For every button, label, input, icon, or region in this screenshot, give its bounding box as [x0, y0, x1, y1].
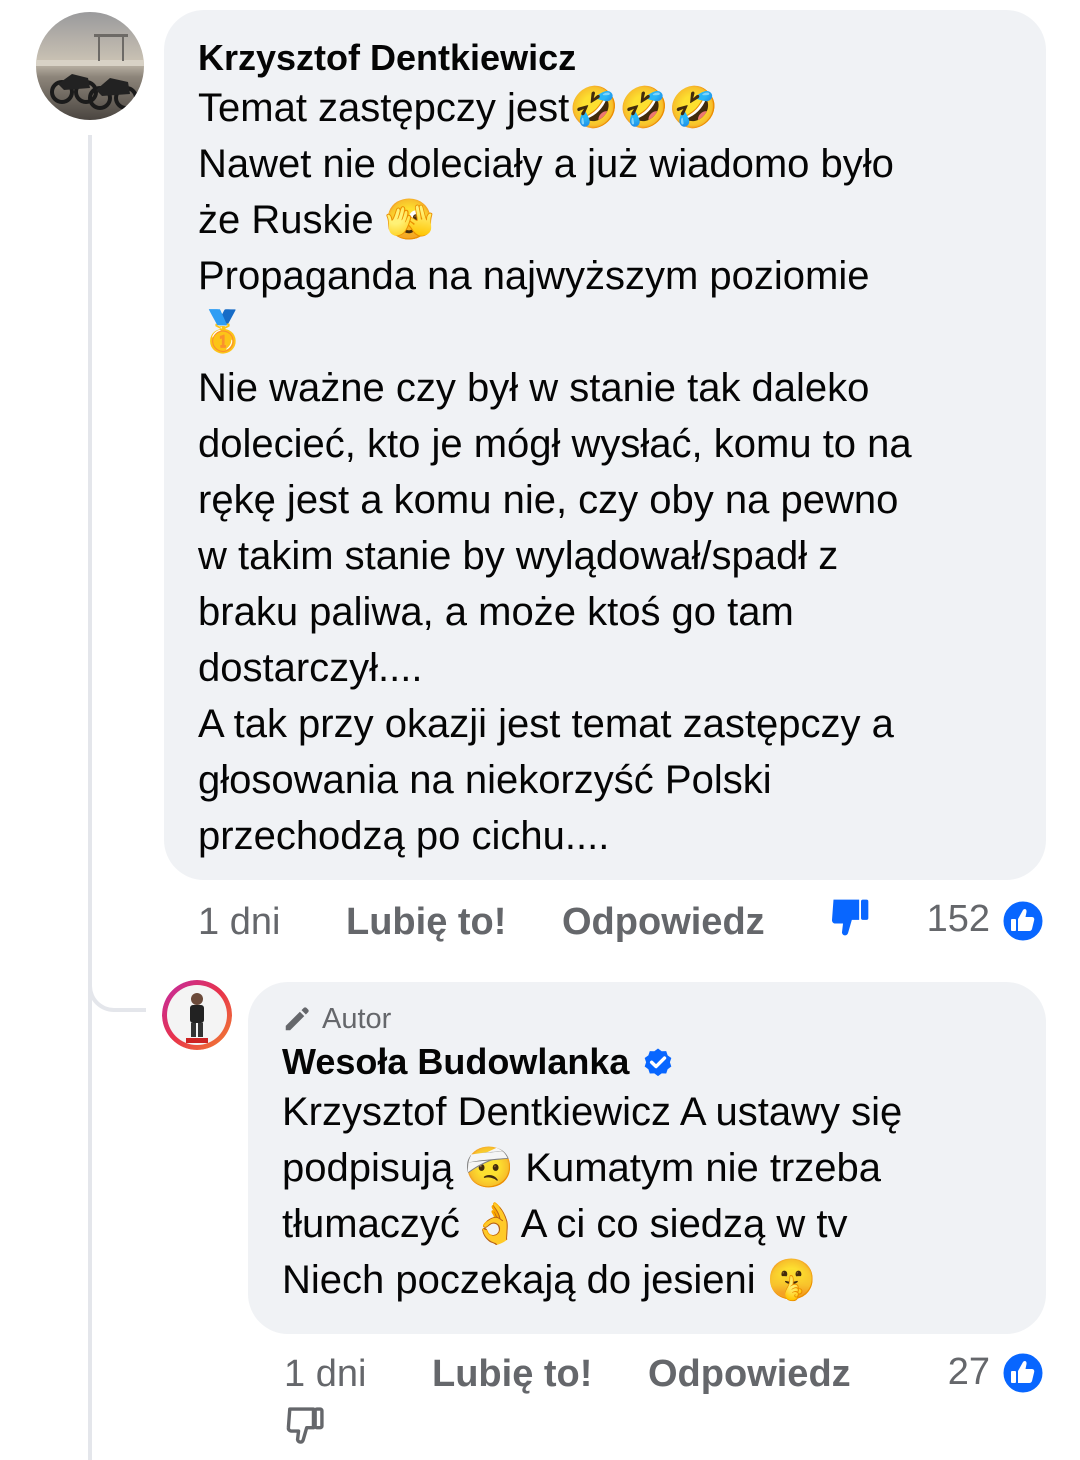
- like-reaction-icon[interactable]: [1000, 898, 1046, 944]
- comment-line: rękę jest a komu nie, czy oby na pewno: [198, 478, 899, 522]
- comment-line: Nie ważne czy był w stanie tak daleko: [198, 366, 870, 410]
- comment-line: Propaganda na najwyższym poziomie: [198, 254, 870, 298]
- comment-author[interactable]: Wesoła Budowlanka: [282, 1040, 629, 1084]
- comment-line: dostarczył....: [198, 646, 423, 690]
- comment-text: Temat zastępczy jest🤣🤣🤣 Nawet nie doleci…: [198, 80, 1012, 864]
- reply-button[interactable]: Odpowiedz: [648, 1352, 851, 1396]
- avatar[interactable]: [36, 12, 144, 120]
- reply-text: Krzysztof Dentkiewicz A ustawy się podpi…: [282, 1084, 1012, 1308]
- comment-line: w takim stanie by wylądował/spadł z: [198, 534, 839, 578]
- comment-line: 🥇: [198, 310, 248, 354]
- dislike-icon[interactable]: [828, 894, 872, 942]
- comment-line: braku paliwa, a może ktoś go tam: [198, 590, 794, 634]
- reply-line: podpisują 🤕 Kumatym nie trzeba: [282, 1146, 881, 1190]
- reply-line: tłumaczyć 👌A ci co siedzą w tv: [282, 1202, 848, 1246]
- comment-timestamp[interactable]: 1 dni: [284, 1352, 366, 1396]
- motorcycles-photo-avatar-icon: [36, 12, 144, 120]
- comment-author[interactable]: Krzysztof Dentkiewicz: [198, 36, 1012, 80]
- reaction-count[interactable]: 27: [880, 1350, 990, 1394]
- like-button[interactable]: Lubię to!: [346, 900, 506, 944]
- comment-line: A tak przy okazji jest temat zastępczy a: [198, 702, 894, 746]
- comment-line: Temat zastępczy jest🤣🤣🤣: [198, 86, 719, 130]
- pencil-icon: [285, 1007, 309, 1031]
- comment-line: przechodzą po cichu....: [198, 814, 610, 858]
- reply-button[interactable]: Odpowiedz: [562, 900, 765, 944]
- thread-line: [88, 135, 92, 1460]
- dislike-icon[interactable]: [284, 1404, 326, 1448]
- reply-connector: [88, 960, 146, 1012]
- comment-line: dolecieć, kto je mógł wysłać, komu to na: [198, 422, 912, 466]
- comment-line: głosowania na niekorzyść Polski: [198, 758, 772, 802]
- verified-badge-icon: [645, 1048, 672, 1077]
- comment-bubble: Krzysztof Dentkiewicz Temat zastępczy je…: [164, 10, 1046, 880]
- author-badge-label: Autor: [322, 1003, 392, 1035]
- reply-line: Krzysztof Dentkiewicz A ustawy się: [282, 1090, 903, 1134]
- like-button[interactable]: Lubię to!: [432, 1352, 592, 1396]
- author-badge: Autor: [282, 1002, 1012, 1036]
- reply-bubble: Autor Wesoła Budowlanka Krzysztof Dentki…: [248, 982, 1046, 1334]
- author-row: Wesoła Budowlanka: [282, 1040, 1012, 1084]
- avatar[interactable]: [162, 980, 232, 1050]
- reaction-count[interactable]: 152: [880, 897, 990, 941]
- like-reaction-icon[interactable]: [1000, 1350, 1046, 1396]
- comment-line: że Ruskie 🫣: [198, 198, 435, 242]
- comment-line: Nawet nie doleciały a już wiadomo było: [198, 142, 894, 186]
- comment-timestamp[interactable]: 1 dni: [198, 900, 280, 944]
- reply-line: Niech poczekają do jesieni 🤫: [282, 1258, 817, 1302]
- person-photo-avatar-icon: [162, 980, 232, 1050]
